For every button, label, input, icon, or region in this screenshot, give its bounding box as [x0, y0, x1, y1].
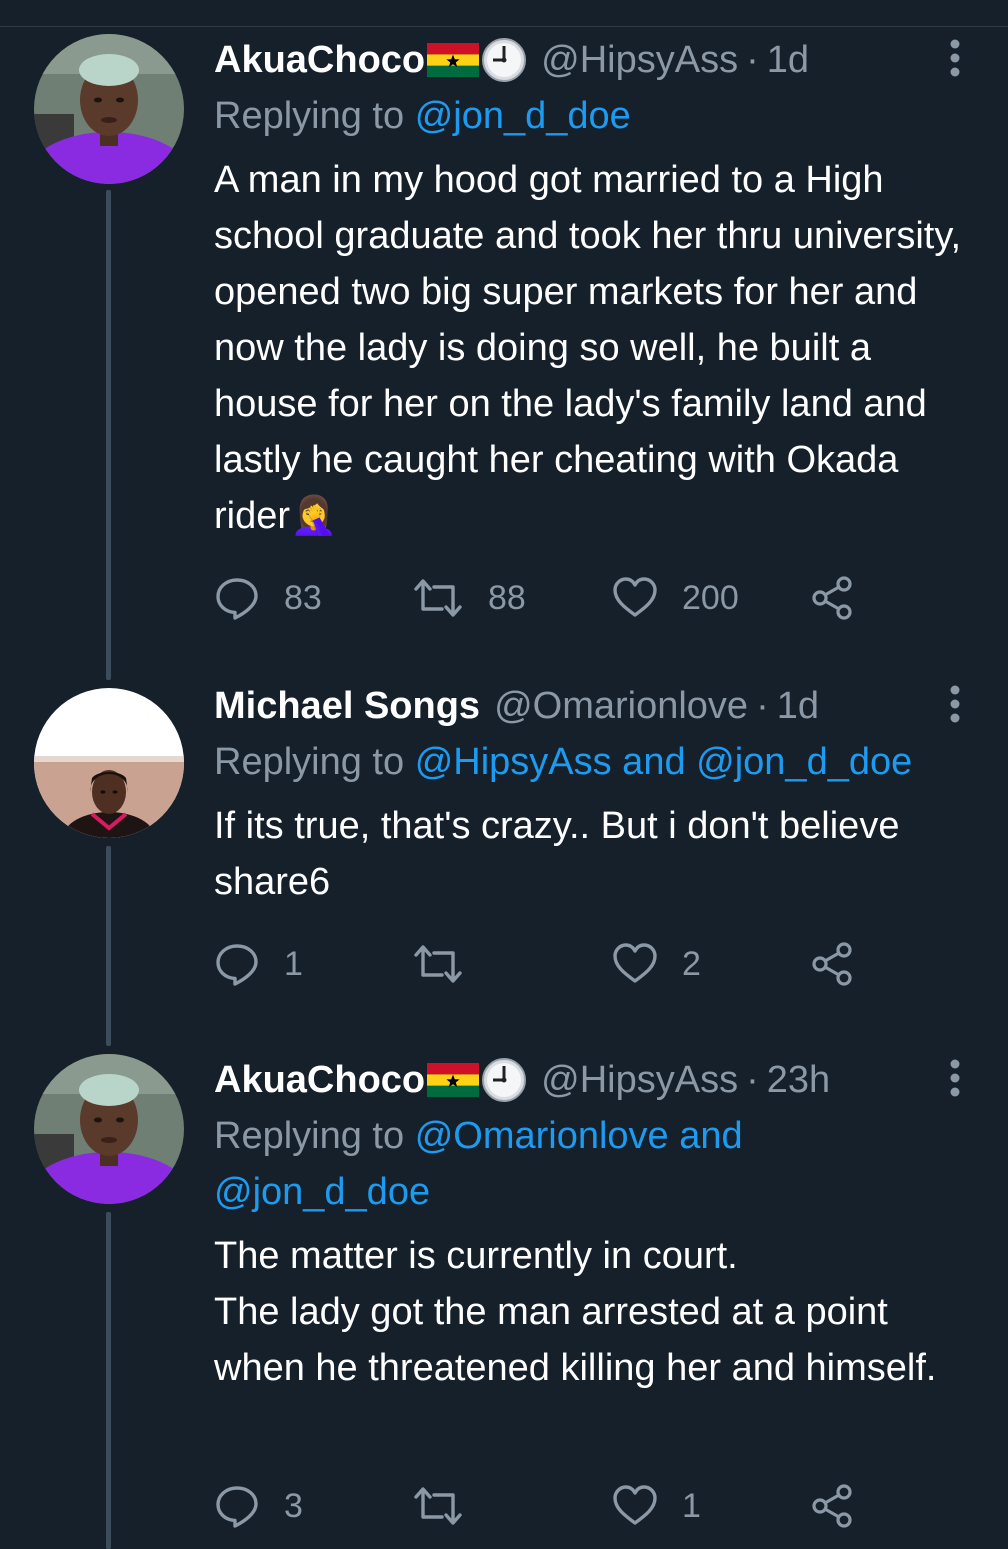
clock-icon	[481, 37, 527, 83]
retweet-icon	[414, 1487, 462, 1525]
share-icon	[812, 942, 852, 986]
tweet-text-line: The lady got the man arrested at a point…	[214, 1291, 937, 1389]
reply-mentions-link[interactable]: @HipsyAss and @jon_d_doe	[415, 741, 913, 783]
replying-to: Replying to @HipsyAss and @jon_d_doe	[214, 734, 974, 790]
timestamp[interactable]: 1d	[777, 678, 819, 734]
avatar-image	[34, 1054, 184, 1204]
retweet-button[interactable]	[412, 934, 488, 994]
timestamp[interactable]: 1d	[767, 32, 809, 88]
action-bar: 83 88 200	[214, 568, 974, 628]
reply-icon	[216, 944, 258, 986]
display-name[interactable]: AkuaChoco	[214, 1052, 425, 1108]
share-icon	[812, 576, 852, 620]
replying-to-label: Replying to	[214, 741, 405, 783]
more-options-icon[interactable]	[940, 36, 970, 84]
heart-icon	[613, 577, 657, 617]
tweet-text: The matter is currently in court. The la…	[214, 1228, 974, 1396]
separator-dot: ·	[746, 1059, 759, 1101]
display-name[interactable]: Michael Songs	[214, 678, 480, 734]
tweet-header: Michael Songs @Omarionlove · 1d	[214, 678, 974, 734]
like-count: 1	[682, 1486, 701, 1525]
heart-icon	[613, 943, 657, 983]
ghana-flag-icon	[427, 1063, 480, 1097]
tweet[interactable]: Michael Songs @Omarionlove · 1d Replying…	[0, 678, 1008, 1038]
action-bar: 3 1	[214, 1476, 974, 1536]
tweet-text: If its true, that's crazy.. But i don't …	[214, 805, 900, 903]
separator-dot: ·	[746, 39, 759, 81]
retweet-count: 88	[488, 578, 526, 617]
reply-count: 1	[284, 944, 303, 983]
ghana-flag-icon	[427, 43, 480, 77]
like-button[interactable]: 2	[612, 934, 701, 994]
display-name[interactable]: AkuaChoco	[214, 32, 425, 88]
retweet-button[interactable]: 88	[412, 568, 526, 628]
reply-button[interactable]: 3	[214, 1476, 303, 1536]
avatar[interactable]	[34, 1054, 184, 1204]
user-handle[interactable]: @Omarionlove	[494, 678, 748, 734]
action-bar: 1 2	[214, 934, 974, 994]
like-count: 200	[682, 578, 739, 617]
timestamp[interactable]: 23h	[767, 1052, 830, 1108]
like-count: 2	[682, 944, 701, 983]
share-button[interactable]	[810, 1476, 880, 1536]
share-button[interactable]	[810, 934, 880, 994]
retweet-icon	[414, 945, 462, 983]
avatar[interactable]	[34, 34, 184, 184]
avatar[interactable]	[34, 688, 184, 838]
tweet[interactable]: AkuaChoco @HipsyAss ·	[0, 1052, 1008, 1549]
clock-icon	[481, 1057, 527, 1103]
user-handle[interactable]: @HipsyAss	[541, 32, 738, 88]
top-divider	[0, 26, 1008, 27]
replying-to: Replying to @jon_d_doe	[214, 88, 974, 144]
separator-dot: ·	[756, 685, 769, 727]
tweet[interactable]: AkuaChoco @HipsyAss ·	[0, 32, 1008, 672]
reply-mentions-link[interactable]: @jon_d_doe	[415, 95, 631, 137]
user-handle[interactable]: @HipsyAss	[541, 1052, 738, 1108]
tweet-header: AkuaChoco @HipsyAss ·	[214, 32, 974, 88]
reply-icon	[216, 1486, 258, 1528]
like-button[interactable]: 200	[612, 568, 739, 628]
more-options-icon[interactable]	[940, 682, 970, 730]
tweet-header: AkuaChoco @HipsyAss ·	[214, 1052, 974, 1108]
more-options-icon[interactable]	[940, 1056, 970, 1104]
retweet-icon	[414, 579, 462, 617]
replying-to: Replying to @Omarionlove and @jon_d_doe	[214, 1108, 814, 1220]
reply-button[interactable]: 83	[214, 568, 322, 628]
retweet-button[interactable]	[412, 1476, 488, 1536]
like-button[interactable]: 1	[612, 1476, 701, 1536]
reply-count: 83	[284, 578, 322, 617]
tweet-text: A man in my hood got married to a High s…	[214, 159, 962, 537]
reply-icon	[216, 578, 258, 620]
replying-to-label: Replying to	[214, 1115, 405, 1157]
avatar-image	[34, 688, 184, 838]
share-button[interactable]	[810, 568, 880, 628]
reply-button[interactable]: 1	[214, 934, 303, 994]
avatar-image	[34, 34, 184, 184]
tweet-text-line: The matter is currently in court.	[214, 1235, 738, 1277]
share-icon	[812, 1484, 852, 1528]
reply-count: 3	[284, 1486, 303, 1525]
heart-icon	[613, 1485, 657, 1525]
replying-to-label: Replying to	[214, 95, 405, 137]
